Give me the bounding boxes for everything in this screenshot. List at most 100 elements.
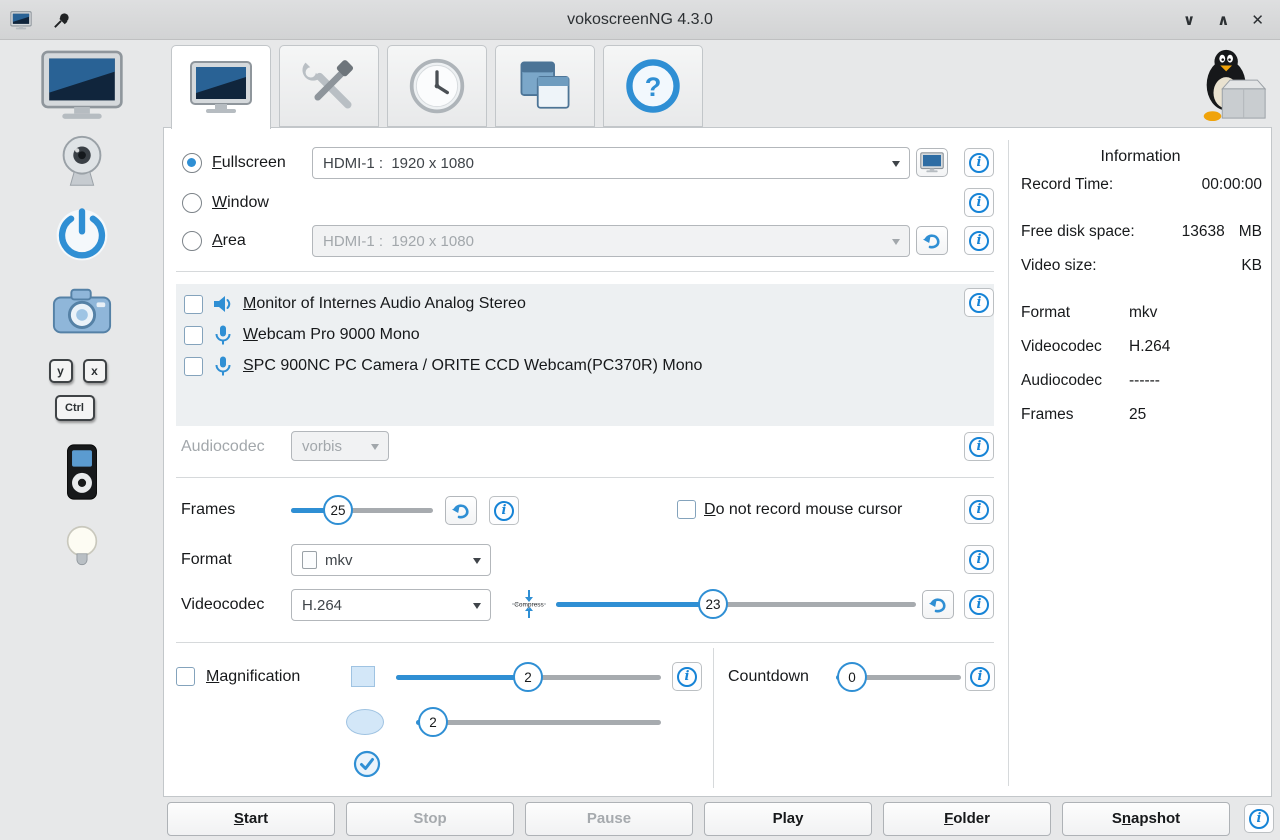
videocodec-info-button[interactable]: i: [964, 590, 994, 619]
shade-button[interactable]: ∨: [1183, 11, 1195, 29]
magnification-rect-shape-button[interactable]: [351, 666, 375, 687]
sidebar-item-hotkeys[interactable]: y x Ctrl: [47, 359, 117, 429]
video-size-row: Video size: KB: [1021, 257, 1262, 275]
info-videocodec-label: Videocodec: [1021, 338, 1129, 356]
info-icon: i: [969, 231, 989, 251]
sidebar: y x Ctrl: [0, 41, 163, 840]
monitor-icon: [40, 49, 124, 123]
frames-slider-handle[interactable]: 25: [323, 495, 353, 525]
format-combobox[interactable]: mkv: [291, 544, 491, 576]
tab-windows[interactable]: [495, 45, 595, 127]
frames-reset-button[interactable]: [445, 496, 477, 525]
information-panel: Information Record Time: 00:00:00 Free d…: [1009, 128, 1272, 796]
key-ctrl: Ctrl: [55, 395, 95, 421]
quality-reset-button[interactable]: [922, 590, 954, 619]
area-reset-button[interactable]: [916, 226, 948, 255]
sidebar-item-camera[interactable]: [50, 281, 114, 343]
titlebar: vokoscreenNG 4.3.0 ∨ ∧ ✕: [0, 0, 1280, 40]
maximize-button[interactable]: ∧: [1217, 11, 1229, 29]
hide-mouse-checkbox[interactable]: [677, 500, 696, 519]
audiocodec-label: Audiocodec: [181, 437, 265, 457]
countdown-slider-handle[interactable]: 0: [837, 662, 867, 692]
slider-fill: [556, 602, 713, 607]
area-radio[interactable]: [182, 231, 202, 251]
videocodec-combobox[interactable]: H.264: [291, 589, 491, 621]
quality-slider-handle[interactable]: 23: [698, 589, 728, 619]
sidebar-item-screencast[interactable]: [40, 49, 124, 123]
clock-icon: [407, 56, 467, 116]
info-videocodec-value: H.264: [1129, 338, 1170, 356]
tab-help[interactable]: ?: [603, 45, 703, 127]
info-frames-value: 25: [1129, 406, 1146, 424]
close-button[interactable]: ✕: [1251, 11, 1264, 29]
vokoscreenng-window: vokoscreenNG 4.3.0 ∨ ∧ ✕: [0, 0, 1280, 840]
information-title: Information: [1009, 148, 1272, 166]
container-file-icon: [302, 551, 317, 569]
fullscreen-radio[interactable]: [182, 153, 202, 173]
main-panel: Fullscreen HDMI-1 : 1920 x 1080 i Window…: [163, 127, 1272, 797]
info-icon: i: [677, 667, 697, 687]
quality-slider[interactable]: 23: [556, 589, 916, 619]
fullscreen-label: Fullscreen: [212, 153, 286, 173]
info-audiocodec-value: ------: [1129, 372, 1160, 390]
sidebar-item-power[interactable]: [53, 206, 111, 264]
info-icon: i: [970, 667, 990, 687]
separator: [176, 477, 994, 478]
chevron-down-icon: [892, 239, 900, 245]
magnification-ellipse-slider-handle[interactable]: 2: [418, 707, 448, 737]
chevron-down-icon: [371, 444, 379, 450]
pause-button[interactable]: Pause: [525, 802, 693, 836]
audio-device-checkbox[interactable]: [184, 357, 203, 376]
magnification-confirm-icon[interactable]: [353, 750, 381, 778]
frames-slider[interactable]: 25: [291, 495, 433, 525]
sidebar-item-systray[interactable]: [55, 519, 109, 575]
magnification-rect-slider-handle[interactable]: 2: [513, 662, 543, 692]
countdown-info-button[interactable]: i: [965, 662, 995, 691]
record-time-label: Record Time:: [1021, 176, 1113, 194]
fullscreen-screen-combobox[interactable]: HDMI-1 : 1920 x 1080: [312, 147, 910, 179]
windows-icon: [516, 57, 574, 115]
info-icon: i: [969, 550, 989, 570]
audio-device-checkbox[interactable]: [184, 326, 203, 345]
area-info-button[interactable]: i: [964, 226, 994, 255]
magnification-info-button[interactable]: i: [672, 662, 702, 691]
countdown-slider[interactable]: 0: [836, 662, 961, 692]
frames-info-button[interactable]: i: [489, 496, 519, 525]
area-screen-value: HDMI-1 : 1920 x 1080: [323, 233, 474, 250]
stop-button[interactable]: Stop: [346, 802, 514, 836]
magnification-ellipse-shape-button[interactable]: [346, 709, 384, 735]
window-info-button[interactable]: i: [964, 188, 994, 217]
start-button[interactable]: Start: [167, 802, 335, 836]
separator: [176, 642, 994, 643]
monitor-icon: [920, 152, 944, 173]
info-icon: i: [969, 595, 989, 615]
free-disk-space-unit: MB: [1239, 223, 1262, 241]
audio-device-checkbox[interactable]: [184, 295, 203, 314]
folder-button[interactable]: Folder: [883, 802, 1051, 836]
audiocodec-info-button[interactable]: i: [964, 432, 994, 461]
info-audiocodec-label: Audiocodec: [1021, 372, 1129, 390]
audiocodec-value: vorbis: [302, 438, 342, 455]
audio-info-button[interactable]: i: [964, 288, 994, 317]
screen-picker-button[interactable]: [916, 148, 948, 177]
format-info-button[interactable]: i: [964, 545, 994, 574]
audio-device-label: SPC 900NC PC Camera / ORITE CCD Webcam(P…: [243, 357, 702, 375]
chevron-down-icon: [473, 603, 481, 609]
window-radio[interactable]: [182, 193, 202, 213]
play-button[interactable]: Play: [704, 802, 872, 836]
tab-timer[interactable]: [387, 45, 487, 127]
sidebar-item-player[interactable]: [53, 441, 111, 503]
magnification-ellipse-slider[interactable]: 2: [416, 707, 661, 737]
toolbar-info-button[interactable]: i: [1244, 804, 1274, 833]
compress-icon: Compress: [509, 589, 549, 619]
magnification-rect-slider[interactable]: 2: [396, 662, 661, 692]
tab-screen[interactable]: [171, 45, 271, 129]
fullscreen-info-button[interactable]: i: [964, 148, 994, 177]
sidebar-item-webcam[interactable]: [51, 131, 113, 193]
tab-tools[interactable]: [279, 45, 379, 127]
magnification-checkbox[interactable]: [176, 667, 195, 686]
info-icon: i: [969, 437, 989, 457]
hide-mouse-info-button[interactable]: i: [964, 495, 994, 524]
snapshot-button[interactable]: Snapshot: [1062, 802, 1230, 836]
slider-track[interactable]: [416, 720, 661, 725]
